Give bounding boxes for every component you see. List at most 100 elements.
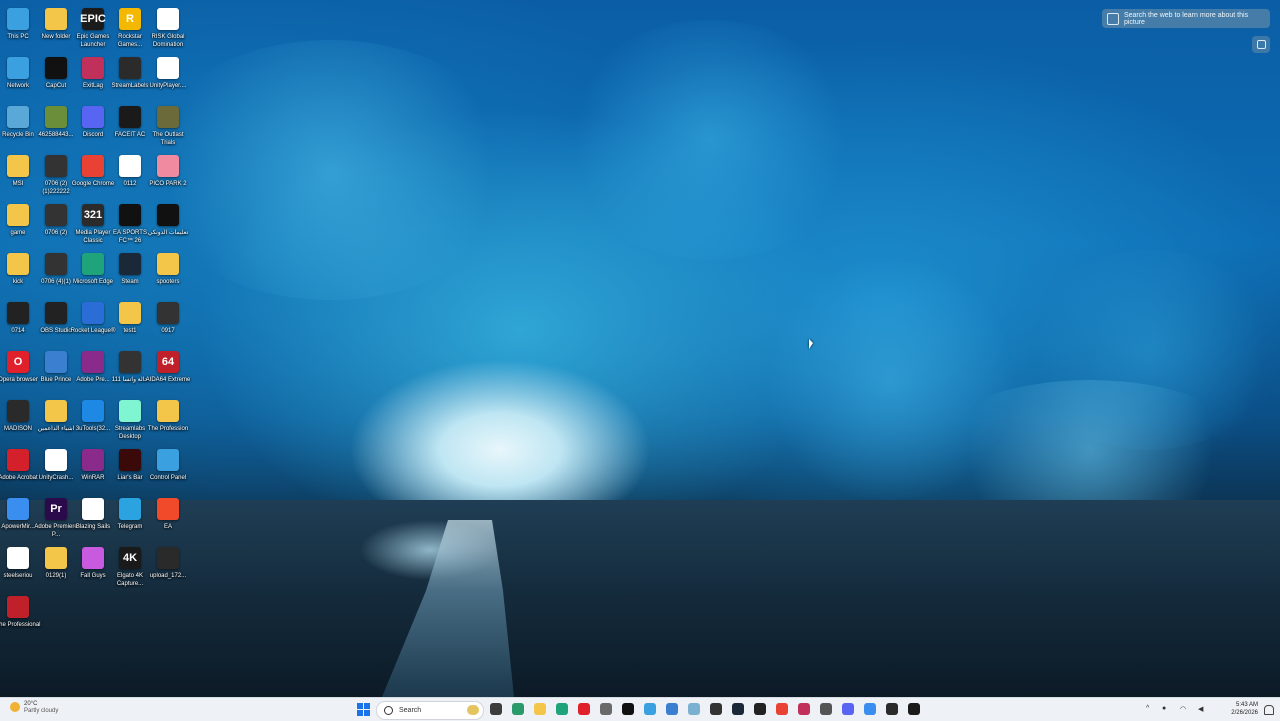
system-tray: ^ ● ◠ ◀ 5:43 AM 2/26/2026 <box>1140 698 1280 721</box>
notifications-bell-icon[interactable] <box>1264 705 1274 715</box>
desktop-icon[interactable]: steelseriou <box>0 543 37 580</box>
pico-park-icon <box>157 155 179 177</box>
desktop-icon[interactable]: StreamLabels <box>111 53 149 90</box>
desktop-icon[interactable]: حالة واتسا 111 <box>111 347 149 384</box>
control-panel-icon <box>157 449 179 471</box>
calculator-icon[interactable] <box>666 703 678 715</box>
desktop-icon[interactable]: 0714 <box>0 298 37 335</box>
desktop-icon[interactable]: O Opera browser <box>0 347 38 384</box>
capcut-icon[interactable] <box>622 703 634 715</box>
desktop-icon-label: EA <box>163 524 172 530</box>
desktop-icon[interactable]: MSI <box>0 151 37 188</box>
video-file-icon <box>119 351 141 373</box>
desktop-icon[interactable]: The Profession <box>148 396 188 433</box>
weather-widget[interactable]: 20°C Partly cloudy <box>10 701 59 715</box>
desktop-icon[interactable]: 4K Elgato 4K Capture... <box>111 543 149 588</box>
desktop-icon[interactable]: kick <box>0 249 37 286</box>
desktop-icon[interactable]: FACEIT AC <box>111 102 149 139</box>
desktop-icon[interactable]: ApowerMir... <box>0 494 37 531</box>
desktop-icon[interactable]: This PC <box>0 4 37 41</box>
desktop-icon[interactable]: test1 <box>111 298 149 335</box>
obs-icon <box>45 302 67 324</box>
streamlabs-icon <box>119 400 141 422</box>
desktop-icon[interactable]: 64 AIDA64 Extreme <box>146 347 190 384</box>
opera-icon: O <box>7 351 29 373</box>
show-hidden-icons-chevron-icon[interactable]: ^ <box>1146 705 1149 712</box>
taskbar-clock[interactable]: 5:43 AM 2/26/2026 <box>1231 701 1258 717</box>
desktop-icon[interactable]: spooters <box>149 249 187 286</box>
video-file-icon <box>45 155 67 177</box>
notepad-icon[interactable] <box>644 703 656 715</box>
desktop-icon[interactable]: R RISK Global Domination <box>149 4 187 49</box>
wifi-icon[interactable]: ◠ <box>1180 705 1186 713</box>
visual-search-button[interactable] <box>1252 36 1270 53</box>
desktop-icon[interactable]: MADISON <box>0 396 37 433</box>
desktop-icon[interactable]: Streamlabs Desktop <box>111 396 149 441</box>
desktop-icon[interactable]: upload_172... <box>149 543 187 580</box>
liars-bar-icon <box>119 449 141 471</box>
winrar-icon <box>82 449 104 471</box>
desktop-icon[interactable]: Liar's Bar <box>111 445 149 482</box>
opera-icon[interactable] <box>578 703 590 715</box>
apowermirror-icon[interactable] <box>864 703 876 715</box>
desktop-icon[interactable]: Telegram <box>111 494 149 531</box>
volume-icon[interactable]: ◀ <box>1198 705 1203 713</box>
desktop-icon[interactable]: EA <box>149 494 187 531</box>
desktop-icon[interactable]: Control Panel <box>149 445 187 482</box>
unity-icon <box>45 449 67 471</box>
microphone-icon[interactable]: ● <box>1162 705 1166 712</box>
photos-icon[interactable] <box>512 703 524 715</box>
taskbar-search-box[interactable]: Search <box>376 701 484 720</box>
desktop-icon[interactable]: 0706 (2)(1)222222 <box>37 151 75 196</box>
visual-search-icon <box>1107 12 1119 25</box>
desktop-icon[interactable]: Recycle Bin <box>0 102 37 139</box>
streamlabels-icon[interactable] <box>886 703 898 715</box>
desktop-icon[interactable]: تعليمات الدونكي <box>148 200 188 237</box>
desktop-icon[interactable]: PICO PARK 2 <box>149 151 187 188</box>
desktop-icon[interactable]: The Outlast Trials <box>149 102 187 147</box>
rocket-league-icon <box>82 302 104 324</box>
video-file-icon <box>7 302 29 324</box>
discord-icon[interactable] <box>842 703 854 715</box>
streamlabs-icon[interactable] <box>710 703 722 715</box>
desktop-icon[interactable]: Network <box>0 53 37 90</box>
desktop-icon[interactable]: The Professional <box>0 592 41 629</box>
desktop-icon[interactable]: 0917 <box>149 298 187 335</box>
snipping-icon[interactable] <box>688 703 700 715</box>
desktop-icon[interactable]: game <box>0 200 37 237</box>
desktop-icon[interactable]: Adobe Acrobat <box>0 445 38 482</box>
chrome-icon[interactable] <box>776 703 788 715</box>
desktop-icon[interactable]: EA SPORTS FC™ 26 <box>111 200 149 245</box>
desktop-icon[interactable]: 0112 <box>111 151 149 188</box>
visual-search-text: Search the web to learn more about this … <box>1123 11 1249 26</box>
desktop-icon[interactable]: R Rockstar Games... <box>111 4 149 49</box>
start-button[interactable] <box>357 703 370 716</box>
file-explorer-icon[interactable] <box>490 703 502 715</box>
exitlag-icon[interactable] <box>798 703 810 715</box>
faceit-icon[interactable] <box>908 703 920 715</box>
recycle-bin-icon <box>7 106 29 128</box>
desktop-icon-label: The Outlast Trials <box>152 132 184 146</box>
edge-icon[interactable] <box>556 703 568 715</box>
winrar-archive-icon <box>82 351 104 373</box>
obs-icon[interactable] <box>754 703 766 715</box>
folder-icon <box>45 547 67 569</box>
outlast-icon <box>157 106 179 128</box>
sound-icon[interactable] <box>820 703 832 715</box>
rockstar-icon: R <box>119 8 141 30</box>
ea-sports-fc-icon <box>119 204 141 226</box>
video-file-icon <box>157 547 179 569</box>
desktop-icon[interactable]: UnityPlayer.... <box>149 53 187 90</box>
desktop-icon-label: UnityPlayer.... <box>149 83 187 89</box>
visual-search-pill[interactable]: Search the web to learn more about this … <box>1102 9 1270 28</box>
desktop-icon-label: The Profession <box>147 426 189 432</box>
folder-icon <box>7 253 29 275</box>
folder-icon[interactable] <box>534 703 546 715</box>
desktop-icon-label: 0917 <box>161 328 175 334</box>
premiere-icon: Pr <box>45 498 67 520</box>
weather-condition: Partly cloudy <box>24 708 59 714</box>
desktop-icon[interactable]: Steam <box>111 249 149 286</box>
settings-icon[interactable] <box>600 703 612 715</box>
desktop-icon[interactable]: Pr Adobe Premiere P... <box>34 494 78 539</box>
steam-icon[interactable] <box>732 703 744 715</box>
